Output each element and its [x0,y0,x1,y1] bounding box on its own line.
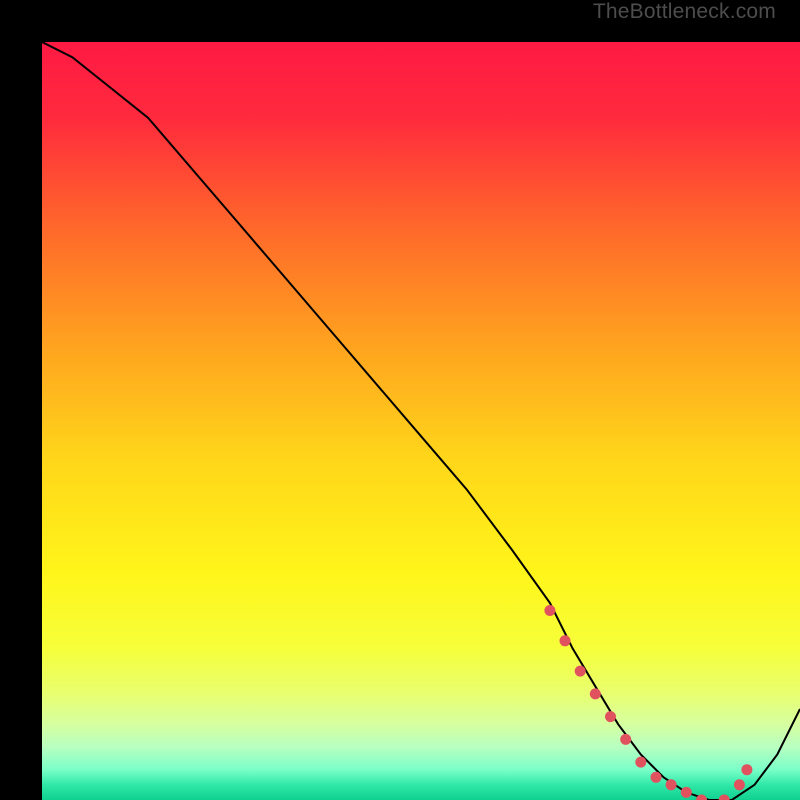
data-point [734,779,745,790]
data-point [605,711,616,722]
data-point [575,666,586,677]
data-point [741,764,752,775]
data-point [620,734,631,745]
watermark-text: TheBottleneck.com [593,0,776,24]
data-point [560,635,571,646]
data-point [651,772,662,783]
data-point [544,605,555,616]
data-point [666,779,677,790]
data-point [635,757,646,768]
data-point [681,787,692,798]
chart-frame [21,21,779,779]
bottleneck-chart [42,42,800,800]
chart-background [42,42,800,800]
data-point [590,688,601,699]
